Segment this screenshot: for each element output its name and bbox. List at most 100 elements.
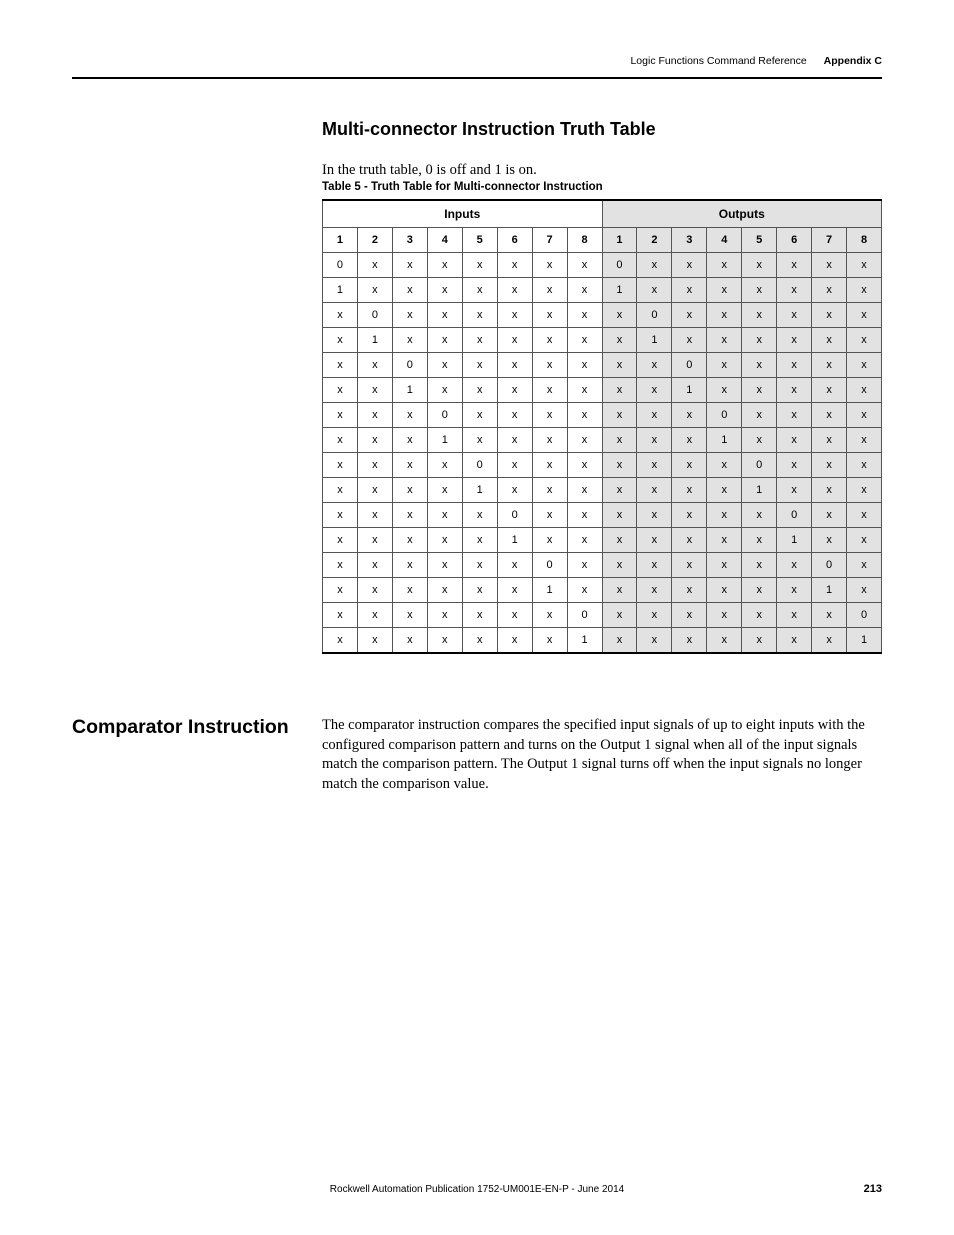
col-header: 3: [392, 228, 427, 253]
input-cell: 0: [462, 453, 497, 478]
output-cell: x: [812, 503, 847, 528]
output-cell: x: [672, 303, 707, 328]
input-cell: x: [357, 353, 392, 378]
table-row: xxxxxxx1xxxxxxx1: [323, 628, 882, 654]
input-cell: x: [497, 553, 532, 578]
output-cell: x: [672, 478, 707, 503]
input-cell: x: [567, 378, 602, 403]
output-cell: x: [602, 403, 637, 428]
input-cell: x: [567, 528, 602, 553]
table-row: x1xxxxxxx1xxxxxx: [323, 328, 882, 353]
input-cell: x: [497, 278, 532, 303]
output-cell: x: [847, 253, 882, 278]
table-row: xx0xxxxxxx0xxxxx: [323, 353, 882, 378]
output-cell: x: [812, 603, 847, 628]
col-header: 7: [812, 228, 847, 253]
table-caption: Table 5 - Truth Table for Multi-connecto…: [322, 181, 882, 193]
output-cell: x: [847, 428, 882, 453]
input-cell: x: [462, 578, 497, 603]
input-cell: 1: [462, 478, 497, 503]
col-header: 6: [497, 228, 532, 253]
input-cell: x: [497, 628, 532, 654]
input-cell: x: [323, 303, 358, 328]
input-cell: x: [392, 453, 427, 478]
running-appendix: Appendix C: [824, 55, 882, 67]
input-cell: x: [567, 553, 602, 578]
output-cell: x: [777, 478, 812, 503]
output-cell: x: [672, 578, 707, 603]
input-cell: x: [323, 578, 358, 603]
output-cell: x: [637, 403, 672, 428]
output-cell: x: [812, 628, 847, 654]
input-cell: x: [567, 578, 602, 603]
output-cell: x: [812, 353, 847, 378]
output-cell: x: [742, 628, 777, 654]
input-cell: x: [567, 428, 602, 453]
input-cell: 0: [392, 353, 427, 378]
output-cell: x: [637, 628, 672, 654]
input-cell: x: [567, 303, 602, 328]
col-header: 1: [323, 228, 358, 253]
output-cell: 0: [672, 353, 707, 378]
input-cell: x: [357, 478, 392, 503]
input-cell: 0: [532, 553, 567, 578]
input-cell: x: [427, 328, 462, 353]
output-cell: 0: [812, 553, 847, 578]
input-cell: x: [462, 528, 497, 553]
page-footer: Rockwell Automation Publication 1752-UM0…: [72, 1184, 882, 1195]
input-cell: x: [462, 503, 497, 528]
input-cell: x: [462, 628, 497, 654]
output-cell: x: [602, 603, 637, 628]
input-cell: x: [392, 303, 427, 328]
input-cell: x: [357, 528, 392, 553]
input-cell: 0: [357, 303, 392, 328]
output-cell: x: [707, 378, 742, 403]
output-cell: 0: [637, 303, 672, 328]
input-cell: x: [532, 278, 567, 303]
col-header: 2: [637, 228, 672, 253]
section-heading: Multi-connector Instruction Truth Table: [322, 119, 882, 140]
input-cell: x: [392, 328, 427, 353]
output-cell: x: [847, 503, 882, 528]
inputs-group-header: Inputs: [323, 200, 603, 228]
table-row: xxxxxx1xxxxxxx1x: [323, 578, 882, 603]
input-cell: x: [532, 378, 567, 403]
input-cell: x: [392, 478, 427, 503]
output-cell: x: [707, 478, 742, 503]
output-cell: x: [637, 278, 672, 303]
output-cell: x: [847, 278, 882, 303]
input-cell: x: [357, 428, 392, 453]
input-cell: 1: [392, 378, 427, 403]
input-cell: x: [323, 378, 358, 403]
output-cell: x: [672, 428, 707, 453]
input-cell: x: [427, 603, 462, 628]
output-cell: x: [672, 328, 707, 353]
output-cell: 0: [707, 403, 742, 428]
input-cell: x: [497, 328, 532, 353]
output-cell: x: [637, 478, 672, 503]
input-cell: x: [323, 478, 358, 503]
input-cell: x: [497, 478, 532, 503]
input-cell: x: [392, 528, 427, 553]
output-cell: x: [602, 328, 637, 353]
input-cell: x: [462, 353, 497, 378]
output-cell: x: [602, 453, 637, 478]
output-cell: x: [637, 378, 672, 403]
output-cell: x: [777, 428, 812, 453]
output-cell: x: [742, 578, 777, 603]
input-cell: x: [567, 328, 602, 353]
output-cell: x: [707, 253, 742, 278]
input-cell: x: [462, 278, 497, 303]
output-cell: x: [812, 378, 847, 403]
output-cell: x: [847, 528, 882, 553]
input-cell: x: [392, 428, 427, 453]
comparator-body: The comparator instruction compares the …: [322, 716, 882, 794]
input-cell: x: [532, 453, 567, 478]
output-cell: x: [742, 428, 777, 453]
input-cell: x: [567, 353, 602, 378]
col-header: 4: [427, 228, 462, 253]
output-cell: x: [672, 278, 707, 303]
input-cell: x: [427, 553, 462, 578]
output-cell: x: [777, 553, 812, 578]
input-cell: x: [392, 403, 427, 428]
